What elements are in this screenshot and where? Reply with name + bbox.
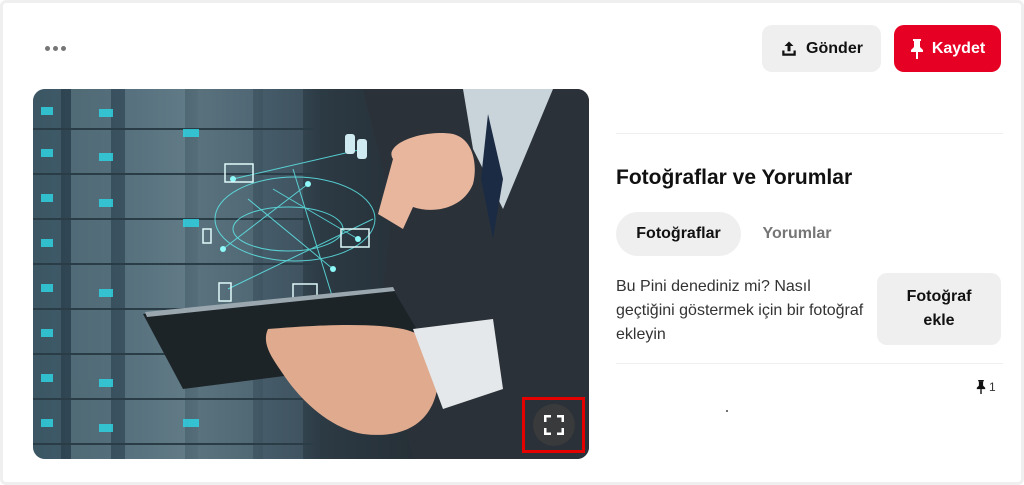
section-title: Fotoğraflar ve Yorumlar <box>616 166 853 189</box>
add-photo-button[interactable]: Fotoğraf ekle <box>877 273 1001 345</box>
tab-photos[interactable]: Fotoğraflar <box>616 212 741 256</box>
divider <box>616 363 1003 364</box>
expand-icon <box>543 415 564 435</box>
expand-button-circle <box>532 404 575 446</box>
upload-icon <box>782 41 796 56</box>
divider <box>616 133 1003 134</box>
save-label: Kaydet <box>931 39 986 57</box>
tab-comments[interactable]: Yorumlar <box>747 212 847 256</box>
dot <box>726 410 728 412</box>
pin-icon <box>976 380 986 394</box>
save-button[interactable]: Kaydet <box>894 25 1001 72</box>
try-pin-prompt: Bu Pini denediniz mi? Nasıl geçtiğini gö… <box>616 278 864 343</box>
dot <box>60 45 66 51</box>
save-count: 1 <box>976 380 996 394</box>
dot <box>44 45 50 51</box>
pin-icon <box>910 38 923 59</box>
save-count-value: 1 <box>989 380 996 394</box>
more-options-button[interactable] <box>35 33 75 63</box>
share-button[interactable]: Gönder <box>762 25 881 72</box>
share-label: Gönder <box>806 39 863 57</box>
expand-image-button[interactable] <box>522 397 585 453</box>
pin-card: Gönder Kaydet Fotoğraflar ve Yorumlar Fo… <box>0 0 1024 485</box>
dot <box>52 45 58 51</box>
businessman-tablet-illustration <box>33 89 589 459</box>
pin-image[interactable] <box>33 89 589 459</box>
